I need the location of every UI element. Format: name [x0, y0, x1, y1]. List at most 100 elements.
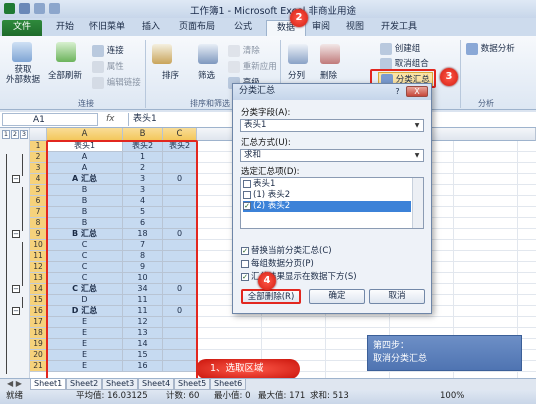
- properties-button[interactable]: 属性: [92, 60, 124, 73]
- row-header[interactable]: 6: [30, 196, 47, 207]
- edit-links-button[interactable]: 编辑链接: [92, 76, 141, 89]
- ungroup-button[interactable]: 取消组合: [380, 57, 429, 70]
- tab-file[interactable]: 文件: [2, 20, 42, 36]
- text-to-columns-button[interactable]: 分列: [288, 69, 305, 81]
- step-4-marker: 4: [258, 272, 276, 290]
- tab-insert[interactable]: 插入: [136, 20, 166, 36]
- checkbox[interactable]: [241, 259, 249, 268]
- select-all-corner[interactable]: [30, 128, 47, 141]
- row-header[interactable]: 5: [30, 185, 47, 196]
- tab-formulas[interactable]: 公式: [228, 20, 258, 36]
- replace-current-label: 替换当前分类汇总(C): [251, 246, 332, 256]
- page-break-option[interactable]: 每组数据分页(P): [241, 257, 314, 269]
- dialog-close-button[interactable]: X: [406, 86, 428, 97]
- data-analysis-button[interactable]: 数据分析: [466, 42, 515, 55]
- row-header[interactable]: 15: [30, 295, 47, 306]
- reapply-button[interactable]: 重新应用: [228, 60, 277, 73]
- tab-page-layout[interactable]: 页面布局: [172, 20, 222, 36]
- chevron-down-icon[interactable]: ▼: [412, 151, 422, 160]
- group-divider: [460, 40, 461, 108]
- remove-duplicates-icon: [320, 44, 340, 64]
- function-select[interactable]: 求和 ▼: [240, 149, 424, 162]
- tab-classic-menu[interactable]: 怀旧菜单: [84, 20, 130, 36]
- row-header[interactable]: 2: [30, 152, 47, 163]
- checkbox[interactable]: [243, 190, 251, 199]
- checkbox[interactable]: [243, 179, 251, 188]
- undo-icon[interactable]: [34, 3, 45, 14]
- sheet-tab-1[interactable]: Sheet1: [30, 379, 67, 390]
- list-item[interactable]: ✓ (2) 表头2: [243, 201, 411, 212]
- outline-level-1[interactable]: 1: [2, 130, 10, 139]
- outline-level-2[interactable]: 2: [11, 130, 19, 139]
- row-header[interactable]: 11: [30, 251, 47, 262]
- step-3-marker: 3: [440, 68, 458, 86]
- outline-level-3[interactable]: 3: [20, 130, 28, 139]
- name-box[interactable]: A1: [2, 113, 98, 126]
- remove-duplicates-button[interactable]: 删除: [320, 69, 337, 81]
- row-header[interactable]: 17: [30, 317, 47, 328]
- sheet-nav-arrows[interactable]: ◀ ▶: [4, 379, 25, 390]
- save-icon[interactable]: [19, 3, 30, 14]
- row-header[interactable]: 4: [30, 174, 47, 185]
- remove-all-button[interactable]: 全部删除(R): [241, 289, 301, 304]
- row-header[interactable]: 9: [30, 229, 47, 240]
- checkbox-checked[interactable]: ✓: [241, 246, 249, 255]
- row-header[interactable]: 7: [30, 207, 47, 218]
- redo-icon[interactable]: [49, 3, 60, 14]
- properties-icon: [92, 60, 104, 73]
- tab-developer[interactable]: 开发工具: [376, 20, 422, 36]
- ok-button[interactable]: 确定: [309, 289, 365, 304]
- sheet-tab-4[interactable]: Sheet4: [138, 379, 175, 390]
- list-item[interactable]: (1) 表头2: [243, 190, 411, 201]
- fx-icon[interactable]: fx: [106, 114, 115, 124]
- row-header[interactable]: 19: [30, 339, 47, 350]
- list-item[interactable]: 表头1: [243, 179, 411, 190]
- list-scrollbar[interactable]: [412, 178, 423, 228]
- checkbox-checked[interactable]: ✓: [241, 272, 249, 281]
- database-icon: [12, 42, 32, 62]
- row-header[interactable]: 8: [30, 218, 47, 229]
- checkbox-checked[interactable]: ✓: [243, 201, 251, 210]
- row-header[interactable]: 3: [30, 163, 47, 174]
- connections-button[interactable]: 连接: [92, 44, 124, 57]
- sheet-tab-3[interactable]: Sheet3: [102, 379, 139, 390]
- row-header[interactable]: 18: [30, 328, 47, 339]
- row-header[interactable]: 21: [30, 361, 47, 372]
- list-item-label: 表头1: [253, 179, 276, 189]
- row-header[interactable]: 1: [30, 141, 47, 152]
- get-external-data-button[interactable]: 获取 外部数据: [6, 65, 40, 85]
- tab-view[interactable]: 视图: [340, 20, 370, 36]
- status-min: 最小值: 0: [214, 391, 251, 401]
- group-by-select[interactable]: 表头1 ▼: [240, 119, 424, 132]
- sheet-tab-2[interactable]: Sheet2: [66, 379, 103, 390]
- connections-label: 连接: [106, 46, 124, 56]
- dialog-titlebar: 分类汇总 ? X: [233, 84, 431, 100]
- filter-button[interactable]: 筛选: [198, 69, 215, 81]
- collapse-group-icon[interactable]: −: [12, 285, 20, 293]
- zoom-level[interactable]: 100%: [440, 390, 464, 403]
- row-header[interactable]: 12: [30, 262, 47, 273]
- row-header[interactable]: 20: [30, 350, 47, 361]
- chevron-down-icon[interactable]: ▼: [412, 121, 422, 130]
- clear-button[interactable]: 清除: [228, 44, 260, 57]
- outline-bracket-outer: [6, 154, 7, 374]
- replace-current-option[interactable]: ✓ 替换当前分类汇总(C): [241, 244, 332, 256]
- create-group-button[interactable]: 创建组: [380, 42, 420, 55]
- collapse-group-icon[interactable]: −: [12, 307, 20, 315]
- row-header[interactable]: 16: [30, 306, 47, 317]
- subtotal-fields-list[interactable]: 表头1 (1) 表头2 ✓ (2) 表头2: [240, 177, 424, 229]
- cancel-button[interactable]: 取消: [369, 289, 425, 304]
- tab-review[interactable]: 审阅: [306, 20, 336, 36]
- sort-button[interactable]: 排序: [162, 69, 179, 81]
- row-header[interactable]: 10: [30, 240, 47, 251]
- collapse-group-icon[interactable]: −: [12, 230, 20, 238]
- refresh-all-button[interactable]: 全部刷新: [48, 69, 82, 81]
- row-header[interactable]: 14: [30, 284, 47, 295]
- sheet-tab-5[interactable]: Sheet5: [174, 379, 211, 390]
- dialog-help-button[interactable]: ?: [392, 86, 403, 97]
- row-header[interactable]: 13: [30, 273, 47, 284]
- sheet-tab-6[interactable]: Sheet6: [210, 379, 247, 390]
- outline-bracket: [22, 154, 23, 176]
- tab-home[interactable]: 开始: [50, 20, 80, 36]
- collapse-group-icon[interactable]: −: [12, 175, 20, 183]
